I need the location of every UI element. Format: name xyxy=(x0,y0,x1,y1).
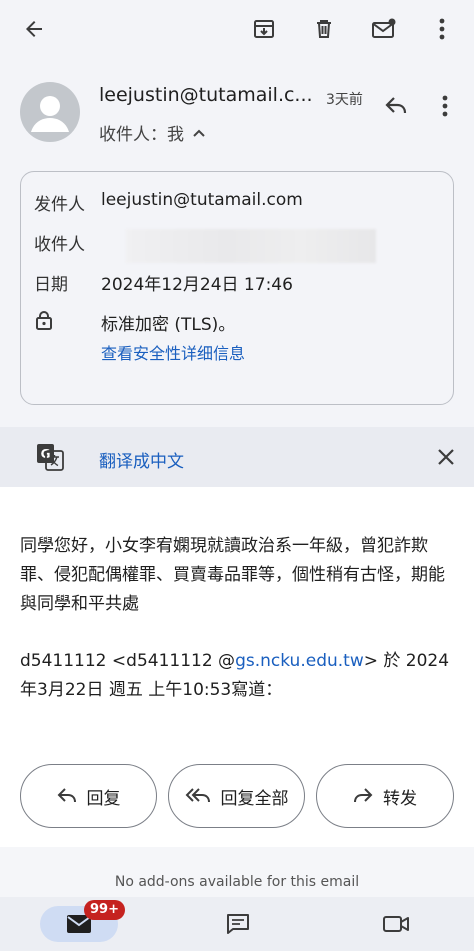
unread-badge: 99+ xyxy=(84,900,125,920)
translate-link[interactable]: 翻译成中文 xyxy=(99,447,184,472)
quote-email-link[interactable]: gs.ncku.edu.tw xyxy=(235,651,364,671)
reply-icon[interactable] xyxy=(378,86,414,126)
details-card: 发件人 leejustin@tutamail.com 收件人 日期 2024年1… xyxy=(20,171,454,405)
to-label: 收件人 xyxy=(34,235,85,255)
avatar[interactable] xyxy=(20,82,80,142)
message-more-icon[interactable] xyxy=(430,86,460,126)
security-value: 标准加密 (TLS)。 xyxy=(101,315,236,335)
mark-unread-icon[interactable] xyxy=(364,9,404,49)
message-time: 3天前 xyxy=(326,92,363,108)
translate-bar xyxy=(0,427,474,487)
message-paragraph: 同學您好，小女李宥嫻現就讀政治系一年級，曾犯詐欺罪、侵犯配偶權罪、買賣毒品罪等，… xyxy=(20,536,445,614)
redacted-recipient xyxy=(126,229,376,263)
reply-arrow-icon xyxy=(57,788,76,803)
from-value[interactable]: leejustin@tutamail.com xyxy=(101,190,303,210)
reply-label: 回复 xyxy=(86,788,121,809)
translate-icon: G xyxy=(36,443,64,471)
archive-icon[interactable] xyxy=(244,9,284,49)
recipient-summary-text: 收件人：我 xyxy=(99,125,184,145)
top-app-bar xyxy=(0,0,474,58)
quote-prefix: d5411112 <d5411112 @ xyxy=(20,651,236,671)
lock-icon xyxy=(35,310,53,330)
security-details-link[interactable]: 查看安全性详细信息 xyxy=(101,340,245,364)
quote-header: d5411112 <d5411112 @gs.ncku.edu.tw> 於 20… xyxy=(20,647,460,705)
recipient-summary[interactable]: 收件人：我 xyxy=(99,120,206,145)
date-value: 2024年12月24日 17:46 xyxy=(101,275,293,295)
person-icon xyxy=(31,96,69,132)
forward-arrow-icon xyxy=(354,788,373,803)
addons-text: No add-ons available for this email xyxy=(114,874,360,890)
video-camera-icon xyxy=(383,916,409,932)
reply-all-button[interactable]: 回复全部 xyxy=(168,764,305,828)
delete-icon[interactable] xyxy=(304,9,344,49)
nav-chat[interactable] xyxy=(218,906,258,942)
nav-meet[interactable] xyxy=(376,906,416,942)
forward-button[interactable]: 转发 xyxy=(316,764,454,828)
date-label: 日期 xyxy=(34,275,68,295)
from-label: 发件人 xyxy=(34,195,85,215)
more-vert-icon[interactable] xyxy=(424,9,460,49)
sender-address[interactable]: leejustin@tutamail.c... xyxy=(99,84,313,106)
reply-all-icon xyxy=(185,788,210,803)
close-icon[interactable] xyxy=(432,443,460,471)
chevron-up-icon xyxy=(193,129,205,137)
back-arrow-icon[interactable] xyxy=(14,9,54,49)
forward-label: 转发 xyxy=(383,788,417,809)
reply-button[interactable]: 回复 xyxy=(20,764,157,828)
chat-icon xyxy=(227,914,249,934)
reply-all-label: 回复全部 xyxy=(220,788,289,809)
